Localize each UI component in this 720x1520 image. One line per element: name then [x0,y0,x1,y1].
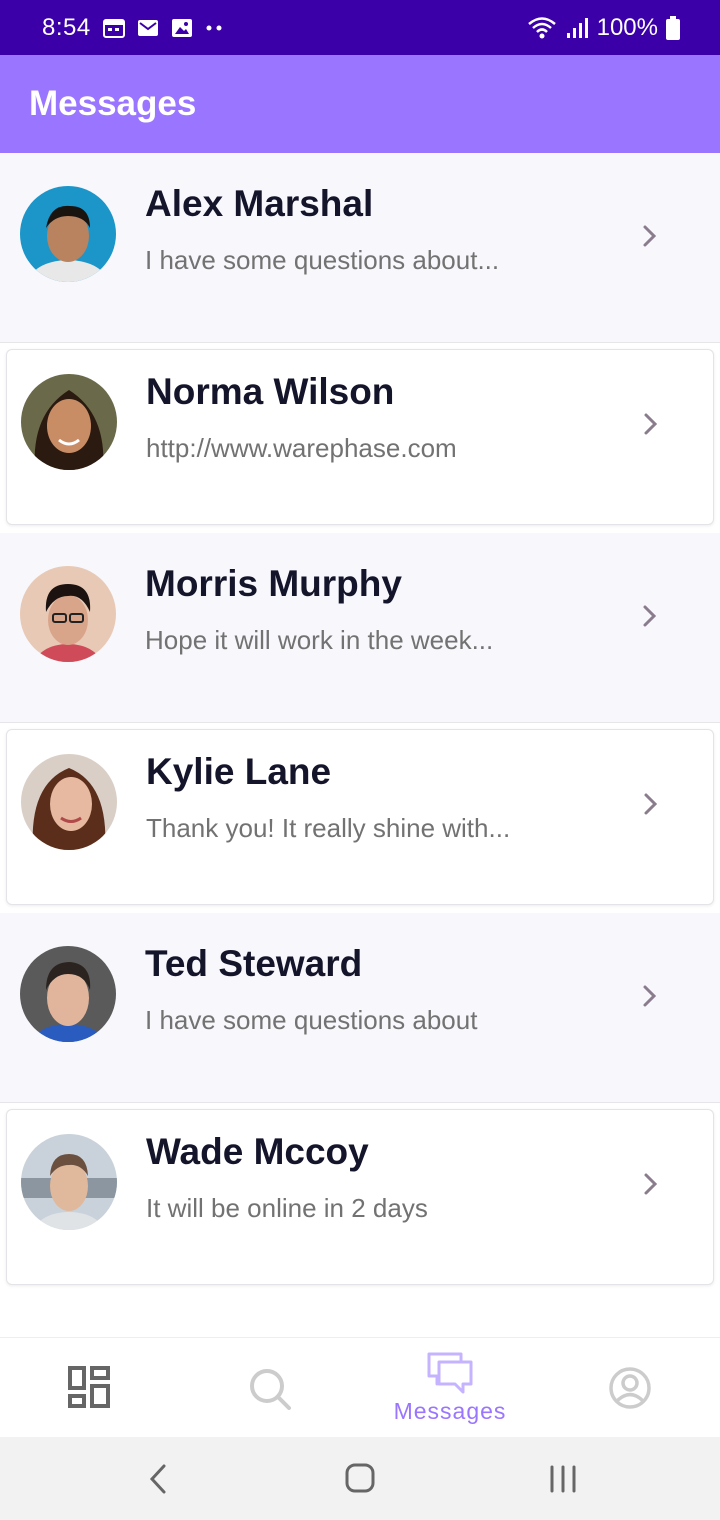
wifi-icon [527,16,557,40]
more-dots-icon [205,24,223,32]
messages-icon [427,1352,473,1399]
profile-icon [608,1366,652,1415]
status-bar: 8:54 100% [0,0,720,55]
recents-icon [548,1463,578,1500]
home-icon [344,1462,376,1499]
message-preview: It will be online in 2 days [146,1193,428,1223]
back-icon [148,1463,168,1500]
nav-messages-label: Messages [393,1398,507,1424]
conversation-item[interactable]: Alex Marshal I have some questions about… [0,153,720,343]
contact-name: Morris Murphy [145,563,402,604]
avatar [20,946,116,1042]
contact-name: Kylie Lane [146,751,332,792]
chevron-right-icon [638,601,662,631]
avatar [20,186,116,282]
chevron-right-icon [639,1169,663,1199]
conversation-item[interactable]: Norma Wilson http://www.warephase.com [6,349,714,525]
mail-icon [137,19,159,37]
dashboard-icon [68,1366,112,1415]
system-home-button[interactable] [300,1437,420,1520]
avatar [21,374,117,470]
conversation-item[interactable]: Ted Steward I have some questions about [0,913,720,1103]
message-preview: Hope it will work in the week... [145,625,494,655]
image-icon [171,18,193,38]
avatar [21,754,117,850]
contact-name: Norma Wilson [146,371,395,412]
conversation-item[interactable]: Wade Mccoy It will be online in 2 days [6,1109,714,1285]
contact-name: Ted Steward [145,943,363,984]
status-time: 8:54 [42,13,91,41]
battery-icon [666,15,680,40]
message-preview: I have some questions about... [145,245,500,275]
contact-name: Alex Marshal [145,183,374,224]
system-nav-bar [0,1437,720,1520]
contact-name: Wade Mccoy [146,1131,369,1172]
nav-messages[interactable]: Messages [360,1338,540,1438]
chevron-right-icon [638,221,662,251]
message-preview: Thank you! It really shine with... [146,813,511,843]
chevron-right-icon [638,981,662,1011]
chevron-right-icon [639,409,663,439]
conversation-item[interactable]: Morris Murphy Hope it will work in the w… [0,533,720,723]
page-title: Messages [29,84,197,123]
app-header: Messages [0,55,720,153]
battery-percent: 100% [596,13,658,41]
bottom-nav: Messages [0,1337,720,1437]
system-back-button[interactable] [100,1437,220,1520]
nav-profile[interactable] [540,1338,720,1438]
nav-search[interactable] [180,1338,360,1438]
system-recents-button[interactable] [500,1437,620,1520]
calendar-icon [102,18,125,38]
search-icon [248,1367,292,1416]
signal-icon [565,16,589,40]
message-preview: I have some questions about [145,1005,478,1035]
conversation-list: Alex Marshal I have some questions about… [0,153,720,1293]
nav-dashboard[interactable] [0,1338,180,1438]
avatar [20,566,116,662]
avatar [21,1134,117,1230]
chevron-right-icon [639,789,663,819]
message-preview: http://www.warephase.com [146,433,457,463]
conversation-item[interactable]: Kylie Lane Thank you! It really shine wi… [6,729,714,905]
